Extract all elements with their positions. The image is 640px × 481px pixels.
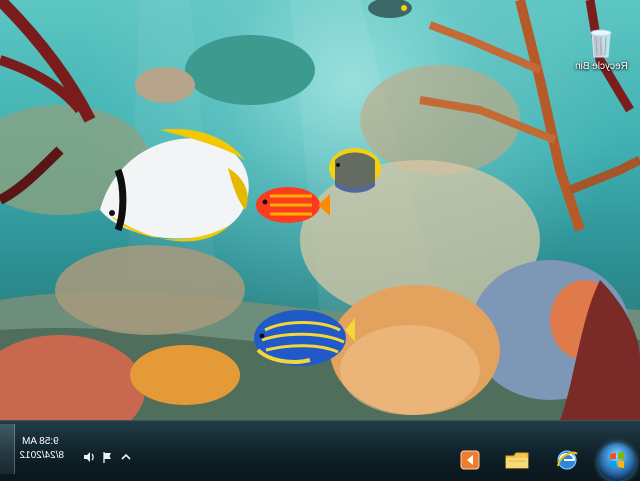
taskbar-clock[interactable]: 9:58 AM 8/24/2012 [19,435,65,469]
internet-explorer-button[interactable] [550,447,584,477]
desktop-wallpaper [0,0,640,420]
media-player-icon [459,449,481,476]
windows-logo-icon [608,451,626,474]
internet-explorer-icon [554,447,580,478]
speaker-icon[interactable] [80,449,96,465]
recycle-bin-desktop-icon[interactable]: Recycle Bin [571,27,631,83]
coral-reef-scene [0,0,640,420]
start-button[interactable] [598,443,636,481]
taskbar: 9:58 AM 8/24/2012 [0,420,640,481]
show-desktop-button[interactable] [0,424,15,474]
recycle-bin-label: Recycle Bin [574,61,628,72]
clock-time: 9:58 AM [22,436,59,447]
flag-icon[interactable] [100,449,116,465]
windows-explorer-button[interactable] [500,447,534,477]
media-player-button[interactable] [453,447,487,477]
show-hidden-icons-arrow[interactable] [118,449,134,465]
folder-icon [504,449,530,476]
recycle-bin-icon [586,27,616,59]
clock-date: 8/24/2012 [19,450,65,461]
